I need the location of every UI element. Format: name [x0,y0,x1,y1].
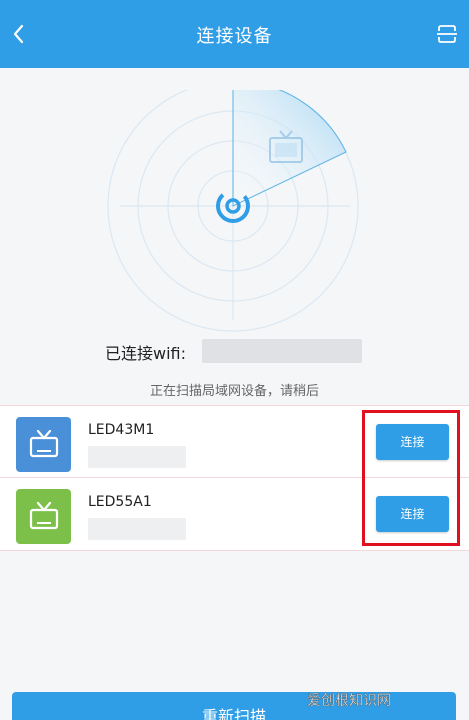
tv-icon [29,501,59,530]
device-name: LED43M1 [88,422,155,438]
page-title: 连接设备 [196,26,273,47]
watermark: 爱创根知识网 [307,692,391,709]
wifi-info: 已连接wifi: [105,343,186,365]
scan-status: 正在扫描局域网设备，请稍后 [149,384,319,399]
device-info-redacted [88,518,186,540]
radar-scanner [107,90,359,332]
wifi-label: 已连接wifi: [105,344,187,363]
device-name: LED55A1 [88,494,152,510]
app-header: 连接设备 [0,0,469,68]
wifi-name-redacted [202,339,362,363]
device-icon-box [16,417,71,472]
watermark-text: 爱创根知识网 [307,692,391,709]
tv-icon [29,429,59,458]
scan-icon[interactable] [435,22,459,46]
highlight-box [362,410,460,546]
device-icon-box [16,489,71,544]
device-info-redacted [88,446,186,468]
